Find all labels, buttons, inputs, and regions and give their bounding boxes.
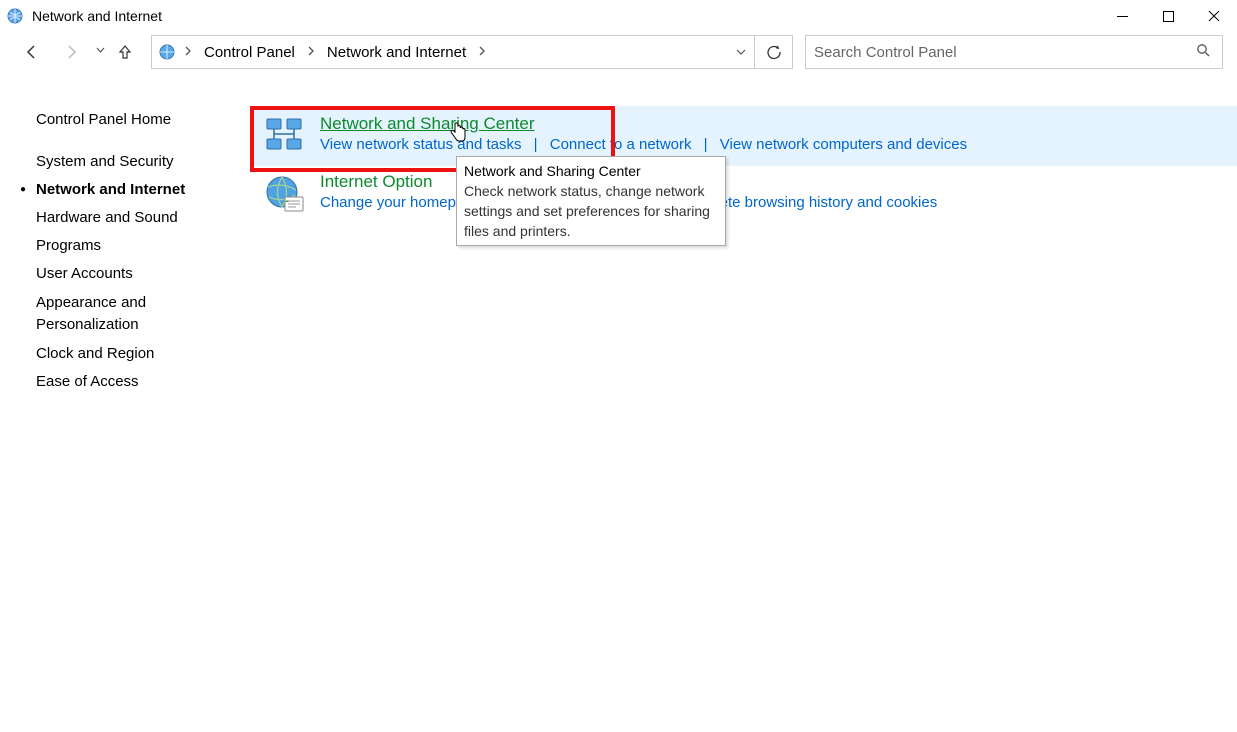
address-icon	[158, 43, 176, 61]
link-view-network-status[interactable]: View network status and tasks	[320, 136, 522, 153]
minimize-button[interactable]	[1099, 0, 1145, 32]
breadcrumb-sep-icon[interactable]	[180, 46, 196, 59]
sidebar-item-appearance[interactable]: Appearance and Personalization	[36, 288, 181, 340]
breadcrumb-network-internet[interactable]: Network and Internet	[323, 42, 470, 63]
network-category-icon	[6, 7, 24, 25]
main-content: Network and Sharing Center View network …	[250, 106, 1237, 732]
sidebar-item-hardware-sound[interactable]: Hardware and Sound	[36, 204, 250, 232]
tooltip-title: Network and Sharing Center	[464, 161, 718, 181]
link-view-computers-devices[interactable]: View network computers and devices	[720, 136, 967, 153]
up-button[interactable]	[111, 34, 139, 70]
sidebar-item-network-internet[interactable]: Network and Internet	[36, 176, 250, 204]
window-title: Network and Internet	[32, 8, 162, 24]
sidebar-item-ease-access[interactable]: Ease of Access	[36, 368, 250, 396]
link-delete-browsing-history[interactable]: lete browsing history and cookies	[716, 194, 937, 211]
category-internet-options[interactable]: Internet Option Change your homep lete b…	[250, 166, 1237, 224]
sidebar-item-system-security[interactable]: System and Security	[36, 148, 250, 176]
address-dropdown-button[interactable]	[726, 36, 754, 68]
address-bar[interactable]: Control Panel Network and Internet	[151, 35, 793, 69]
maximize-button[interactable]	[1145, 0, 1191, 32]
search-box[interactable]	[805, 35, 1223, 69]
sidebar: Control Panel Home System and Security N…	[0, 106, 250, 732]
link-sep: |	[696, 136, 716, 153]
control-panel-home-link[interactable]: Control Panel Home	[36, 106, 250, 134]
search-input[interactable]	[812, 43, 1192, 62]
navigation-toolbar: Control Panel Network and Internet	[0, 32, 1237, 72]
breadcrumb-sep-icon[interactable]	[303, 46, 319, 59]
link-change-homepage[interactable]: Change your homep	[320, 194, 456, 211]
link-connect-network[interactable]: Connect to a network	[550, 136, 692, 153]
close-button[interactable]	[1191, 0, 1237, 32]
network-sharing-title-link[interactable]: Network and Sharing Center	[320, 114, 535, 133]
forward-button[interactable]	[54, 34, 90, 70]
link-sep: |	[526, 136, 546, 153]
network-sharing-icon	[262, 114, 306, 158]
recent-locations-button[interactable]	[94, 46, 107, 58]
search-icon[interactable]	[1192, 43, 1222, 62]
internet-options-title-link[interactable]: Internet Option	[320, 172, 432, 191]
sidebar-item-programs[interactable]: Programs	[36, 232, 250, 260]
tooltip: Network and Sharing Center Check network…	[456, 156, 726, 246]
tooltip-body: Check network status, change network set…	[464, 181, 718, 241]
refresh-button[interactable]	[754, 36, 792, 68]
back-button[interactable]	[14, 34, 50, 70]
title-bar: Network and Internet	[0, 0, 1237, 32]
sidebar-item-user-accounts[interactable]: User Accounts	[36, 260, 250, 288]
sidebar-item-clock-region[interactable]: Clock and Region	[36, 340, 250, 368]
breadcrumb-sep-icon[interactable]	[474, 46, 490, 59]
breadcrumb-control-panel[interactable]: Control Panel	[200, 42, 299, 63]
internet-options-icon	[262, 172, 306, 216]
category-network-sharing[interactable]: Network and Sharing Center View network …	[250, 106, 1237, 166]
